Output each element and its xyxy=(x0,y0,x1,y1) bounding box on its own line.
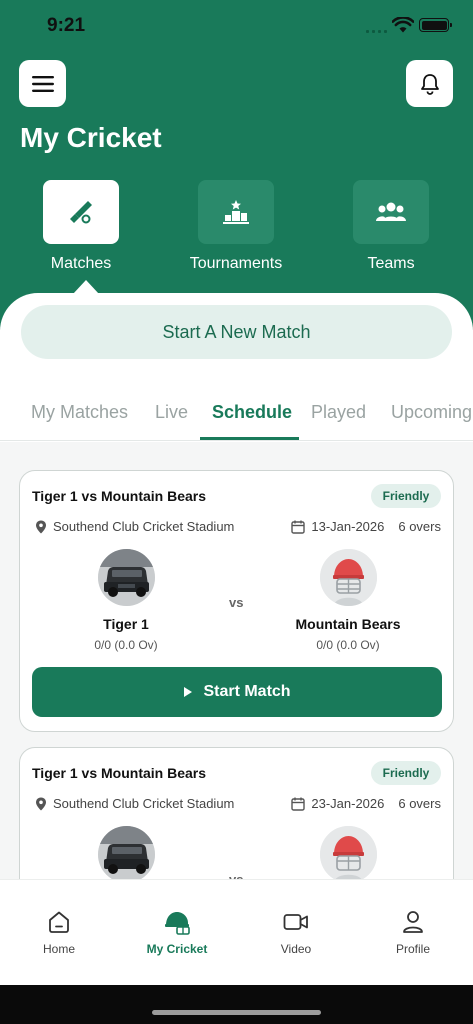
calendar-icon xyxy=(291,797,306,811)
category-tournaments[interactable]: Tournaments xyxy=(181,180,291,273)
team-a xyxy=(46,826,206,879)
active-tab-indicator xyxy=(200,437,299,440)
overs-text: 6 overs xyxy=(398,519,441,534)
status-bar: 9:21 xyxy=(0,0,473,52)
location-pin-icon xyxy=(36,797,46,810)
calendar-icon xyxy=(291,520,306,534)
venue-text: Southend Club Cricket Stadium xyxy=(53,519,235,534)
home-indicator[interactable] xyxy=(152,1010,321,1015)
cricket-helmet-avatar xyxy=(319,549,377,606)
nav-label: Profile xyxy=(395,942,430,956)
team-avatar xyxy=(97,549,155,606)
venue-text: Southend Club Cricket Stadium xyxy=(53,796,235,811)
cellular-signal-icon xyxy=(366,27,388,33)
match-date: 13-Jan-2026 6 overs xyxy=(291,519,441,534)
nav-label: Home xyxy=(42,942,75,956)
category-label: Tournaments xyxy=(189,255,283,272)
video-icon xyxy=(283,914,308,930)
date-text: 13-Jan-2026 xyxy=(311,519,385,534)
notifications-button[interactable] xyxy=(406,60,453,107)
team-a: Tiger 1 0/0 (0.0 Ov) xyxy=(46,549,206,652)
category-tile xyxy=(353,180,429,244)
date-text: 23-Jan-2026 xyxy=(311,796,385,811)
cricket-helmet-icon xyxy=(165,912,190,935)
play-icon xyxy=(184,687,193,697)
battery-icon xyxy=(419,18,452,32)
category-matches[interactable]: Matches xyxy=(26,180,136,273)
match-type-badge: Friendly xyxy=(371,484,441,508)
team-avatar xyxy=(319,826,377,879)
category-tile xyxy=(43,180,119,244)
start-new-match-button[interactable]: Start A New Match xyxy=(21,305,452,359)
team-icon xyxy=(376,202,406,221)
team-score: 0/0 (0.0 Ov) xyxy=(94,638,158,652)
car-image xyxy=(97,826,155,879)
vs-label: vs xyxy=(229,595,244,610)
start-match-label: Start Match xyxy=(203,683,291,700)
hamburger-icon xyxy=(31,75,54,92)
team-avatar xyxy=(97,826,155,879)
system-bottom-bar xyxy=(0,985,473,1024)
tab-played[interactable]: Played xyxy=(311,402,366,423)
nav-label: My Cricket xyxy=(146,942,208,956)
match-date: 23-Jan-2026 6 overs xyxy=(291,796,441,811)
bottom-nav: Home My Cricket Video Profile xyxy=(0,879,473,985)
category-teams[interactable]: Teams xyxy=(336,180,446,273)
menu-button[interactable] xyxy=(19,60,66,107)
wifi-icon xyxy=(392,17,414,33)
bell-icon xyxy=(420,73,439,95)
nav-profile[interactable]: Profile xyxy=(363,908,463,956)
vs-label: vs xyxy=(229,872,243,879)
match-title: Tiger 1 vs Mountain Bears xyxy=(32,488,207,504)
match-title: Tiger 1 vs Mountain Bears xyxy=(32,765,207,781)
category-label: Teams xyxy=(367,255,415,272)
match-card[interactable]: Tiger 1 vs Mountain Bears Friendly South… xyxy=(19,470,454,732)
category-tile xyxy=(198,180,274,244)
tab-live[interactable]: Live xyxy=(155,402,188,423)
car-image xyxy=(97,549,155,606)
team-name: Tiger 1 xyxy=(103,616,149,632)
active-category-pointer xyxy=(73,280,99,294)
podium-icon xyxy=(223,200,249,224)
status-time: 9:21 xyxy=(47,15,86,36)
home-icon xyxy=(49,911,69,933)
tab-my-matches[interactable]: My Matches xyxy=(31,402,128,423)
match-tabs: My Matches Live Schedule Played Upcoming xyxy=(0,392,473,441)
match-list: Tiger 1 vs Mountain Bears Friendly South… xyxy=(0,442,473,879)
start-match-button[interactable]: Start Match xyxy=(32,667,442,717)
nav-my-cricket[interactable]: My Cricket xyxy=(127,908,227,956)
match-type-badge: Friendly xyxy=(371,761,441,785)
team-score: 0/0 (0.0 Ov) xyxy=(316,638,380,652)
nav-label: Video xyxy=(280,942,312,956)
category-label: Matches xyxy=(50,255,112,272)
cricket-helmet-avatar xyxy=(319,826,377,879)
cricket-bat-icon xyxy=(70,201,92,224)
nav-video[interactable]: Video xyxy=(246,908,346,956)
tab-schedule[interactable]: Schedule xyxy=(212,402,292,423)
team-b: Mountain Bears 0/0 (0.0 Ov) xyxy=(268,549,428,652)
match-venue: Southend Club Cricket Stadium xyxy=(35,519,234,534)
team-avatar xyxy=(319,549,377,606)
team-b xyxy=(268,826,428,879)
location-pin-icon xyxy=(36,520,46,533)
tab-upcoming[interactable]: Upcoming xyxy=(391,402,472,423)
profile-icon xyxy=(403,911,423,933)
nav-home[interactable]: Home xyxy=(9,908,109,956)
match-card[interactable]: Tiger 1 vs Mountain Bears Friendly South… xyxy=(19,747,454,879)
match-venue: Southend Club Cricket Stadium xyxy=(35,796,234,811)
team-name: Mountain Bears xyxy=(295,616,401,632)
page-title: My Cricket xyxy=(20,122,162,153)
overs-text: 6 overs xyxy=(398,796,441,811)
